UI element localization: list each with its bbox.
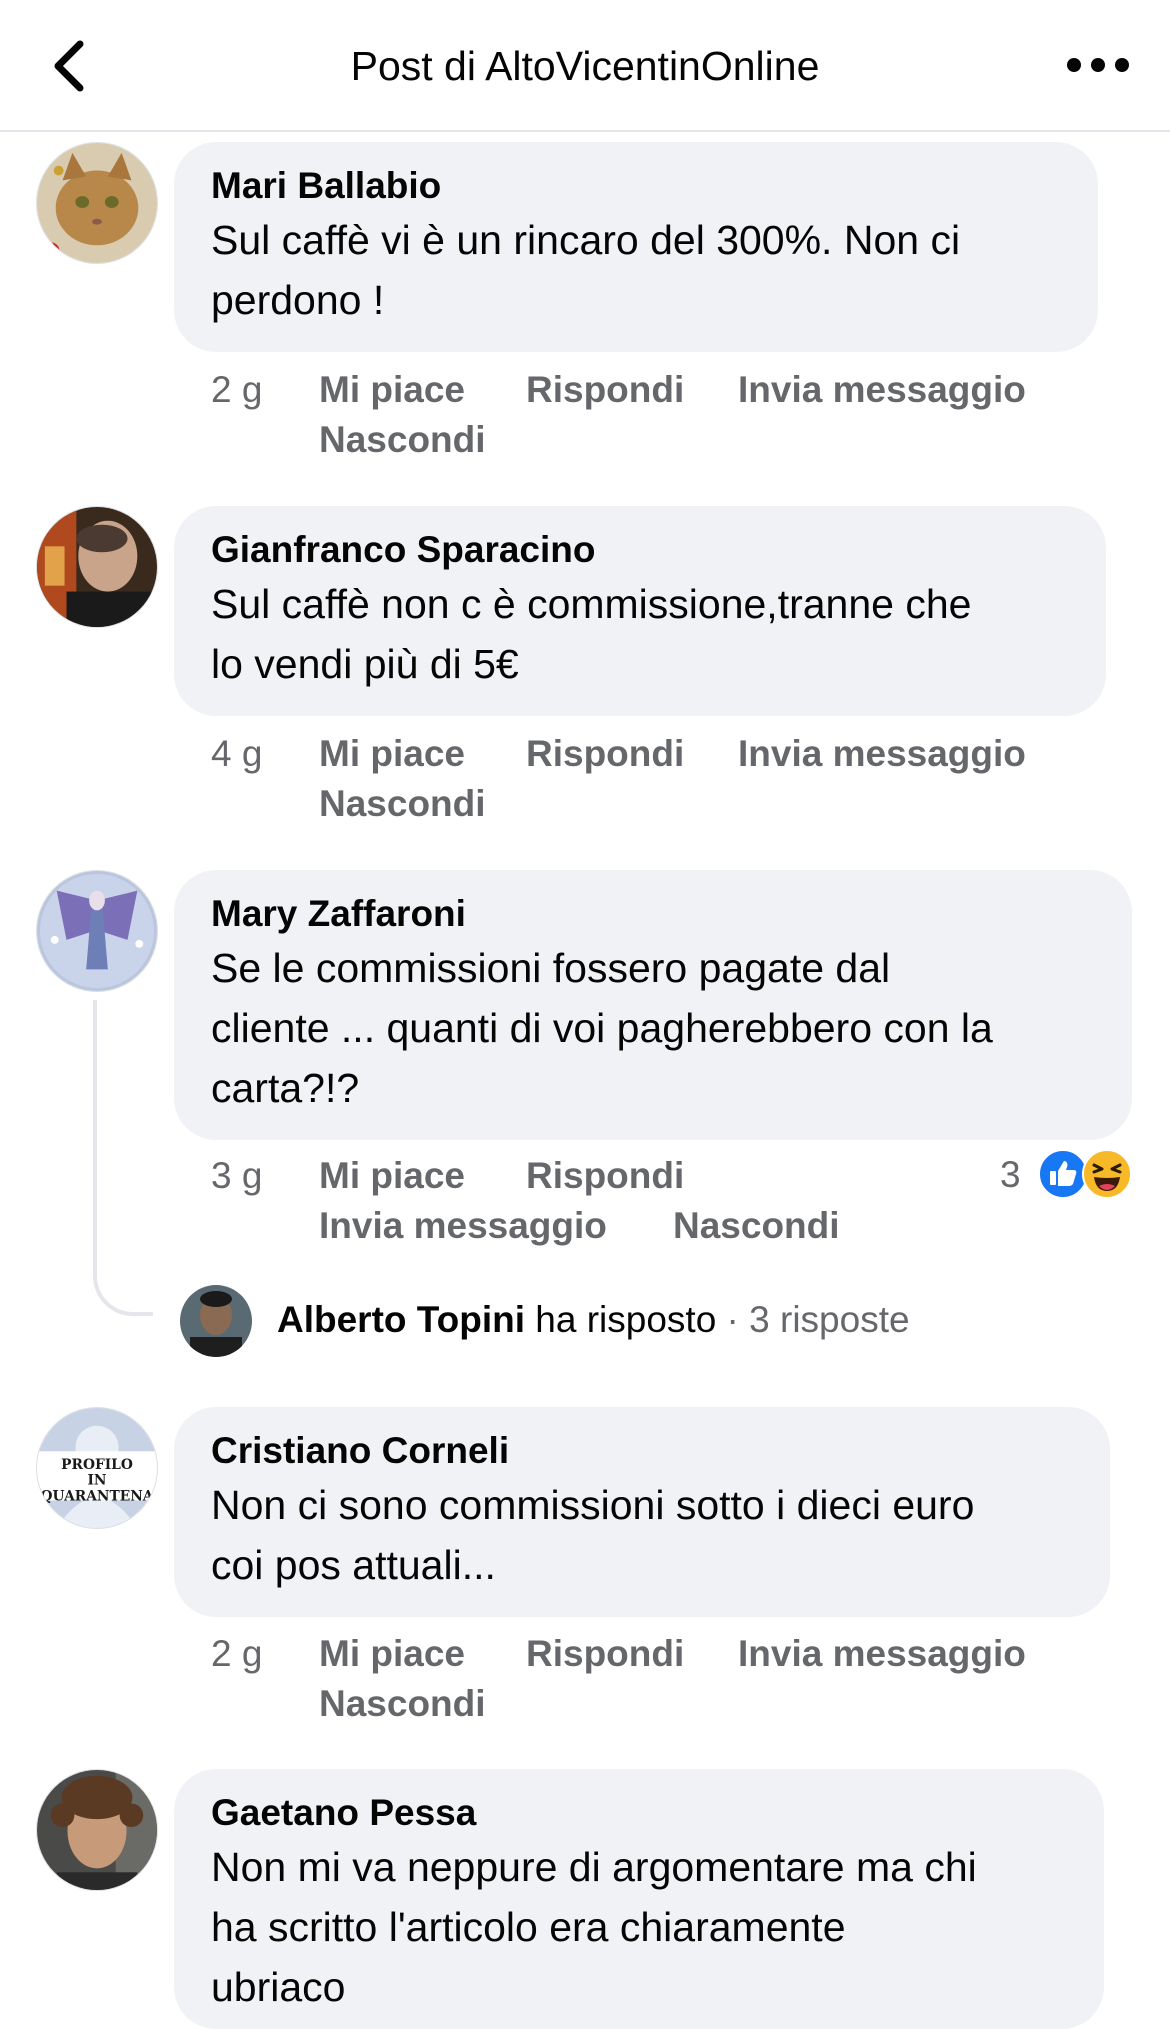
avatar-caption: PROFILO (61, 1457, 133, 1473)
comment-line: ha scritto l'articolo era chiaramente (211, 1904, 846, 1950)
avatar-caption: IN (87, 1473, 106, 1489)
reply-link[interactable]: Rispondi (526, 1632, 684, 1676)
comment-text: Sul caffè vi è un rincaro del 300%. Non … (211, 210, 1060, 330)
avatar-caption: QUARANTENA (41, 1488, 154, 1504)
more-options-button[interactable] (1064, 40, 1132, 90)
replies-summary[interactable]: Alberto Topini ha risposto · 3 risposte (277, 1297, 910, 1343)
comment-text: Non ci sono commissioni sotto i dieci eu… (211, 1475, 1072, 1595)
like-reaction-icon (1038, 1149, 1088, 1199)
hide-link[interactable]: Nascondi (673, 1204, 840, 1248)
haha-reaction-icon (1082, 1149, 1132, 1199)
send-message-link[interactable]: Invia messaggio (738, 1632, 1026, 1676)
like-link[interactable]: Mi piace (319, 732, 465, 776)
comment-bubble[interactable]: Cristiano Corneli Non ci sono commission… (174, 1407, 1110, 1617)
comment-text: Non mi va neppure di argomentare ma chi … (211, 1837, 1066, 2017)
comment-bubble[interactable]: Mari Ballabio Sul caffè vi è un rincaro … (174, 142, 1098, 352)
reaction-count: 3 (1000, 1154, 1021, 1195)
avatar[interactable] (36, 870, 158, 992)
avatar[interactable] (36, 142, 158, 264)
comment-line: Se le commissioni fossero pagate dal (211, 945, 891, 991)
comment-line: perdono ! (211, 277, 385, 323)
comment-bubble[interactable]: Gaetano Pessa Non mi va neppure di argom… (174, 1769, 1104, 2029)
commenter-name[interactable]: Cristiano Corneli (211, 1429, 1072, 1473)
send-message-link[interactable]: Invia messaggio (738, 732, 1026, 776)
comment-line: Non ci sono commissioni sotto i dieci eu… (211, 1482, 975, 1528)
comment-bubble[interactable]: Mary Zaffaroni Se le commissioni fossero… (174, 870, 1132, 1140)
more-dots-icon (1067, 58, 1129, 72)
commenter-name[interactable]: Gaetano Pessa (211, 1791, 1066, 1835)
reply-link[interactable]: Rispondi (526, 368, 684, 412)
reply-count: · 3 risposte (716, 1299, 910, 1340)
comment-line: lo vendi più di 5€ (211, 641, 519, 687)
avatar[interactable] (36, 1769, 158, 1891)
reply-author-name: Alberto Topini (277, 1299, 525, 1340)
comment-line: cliente ... quanti di voi pagherebbero c… (211, 1005, 993, 1051)
reply-link[interactable]: Rispondi (526, 1154, 684, 1198)
comment-time[interactable]: 3 g (211, 1154, 262, 1198)
like-link[interactable]: Mi piace (319, 368, 465, 412)
send-message-link[interactable]: Invia messaggio (738, 368, 1026, 412)
avatar[interactable] (180, 1285, 252, 1357)
comment-text: Se le commissioni fossero pagate dal cli… (211, 938, 1094, 1118)
comment-bubble[interactable]: Gianfranco Sparacino Sul caffè non c è c… (174, 506, 1106, 716)
comment-line: coi pos attuali... (211, 1542, 496, 1588)
page-title: Post di AltoVicentinOnline (350, 43, 820, 89)
hide-link[interactable]: Nascondi (319, 782, 486, 826)
send-message-link[interactable]: Invia messaggio (319, 1204, 607, 1248)
like-link[interactable]: Mi piace (319, 1154, 465, 1198)
reply-link[interactable]: Rispondi (526, 732, 684, 776)
top-bar: Post di AltoVicentinOnline (0, 0, 1170, 132)
commenter-name[interactable]: Mari Ballabio (211, 164, 1060, 208)
comment-time[interactable]: 2 g (211, 1632, 262, 1676)
hide-link[interactable]: Nascondi (319, 418, 486, 462)
comment-time[interactable]: 2 g (211, 368, 262, 412)
comment-line: Sul caffè vi è un rincaro del 300%. Non … (211, 217, 961, 263)
commenter-name[interactable]: Mary Zaffaroni (211, 892, 1094, 936)
comment-time[interactable]: 4 g (211, 732, 262, 776)
reply-action: ha risposto (525, 1299, 717, 1340)
comment-line: ubriaco (211, 1964, 346, 2010)
thread-connector (93, 1000, 153, 1316)
commenter-name[interactable]: Gianfranco Sparacino (211, 528, 1068, 572)
hide-link[interactable]: Nascondi (319, 1682, 486, 1726)
avatar[interactable]: PROFILO IN QUARANTENA (36, 1407, 158, 1529)
comment-text: Sul caffè non c è commissione,tranne che… (211, 574, 1068, 694)
avatar[interactable] (36, 506, 158, 628)
comment-line: carta?!? (211, 1065, 360, 1111)
comment-line: Non mi va neppure di argomentare ma chi (211, 1844, 977, 1890)
comment-line: Sul caffè non c è commissione,tranne che (211, 581, 972, 627)
like-link[interactable]: Mi piace (319, 1632, 465, 1676)
